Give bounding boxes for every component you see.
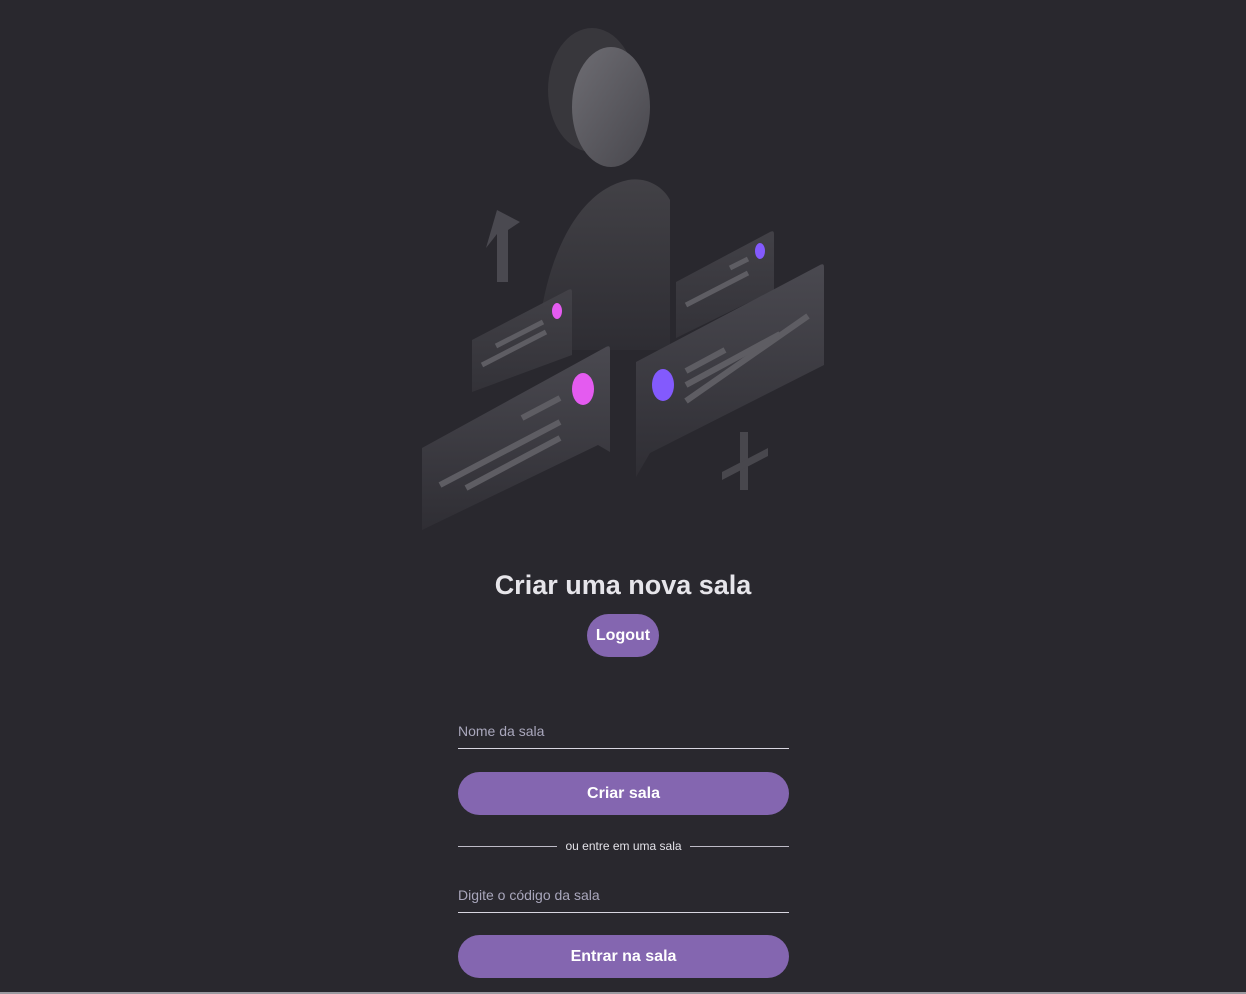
divider-line-right [689,845,789,847]
purple-dot [755,243,765,259]
room-code-input[interactable] [458,877,789,913]
pink-dot [572,373,594,405]
divider-text: ou entre em uma sala [565,839,682,853]
room-name-input[interactable] [458,713,789,749]
head-shape [572,47,650,167]
page: Criar uma nova sala Logout Criar sala ou… [0,0,1246,994]
join-room-button[interactable]: Entrar na sala [458,935,789,978]
create-room-button[interactable]: Criar sala [458,772,789,815]
page-title: Criar uma nova sala [494,570,752,600]
person-chat-illustration [422,28,824,530]
logout-button[interactable]: Logout [587,614,659,657]
divider-line-left [458,845,558,847]
purple-dot [652,369,674,401]
arrow-up-icon [486,210,520,282]
divider: ou entre em uma sala [458,839,789,853]
pink-dot [552,303,562,319]
